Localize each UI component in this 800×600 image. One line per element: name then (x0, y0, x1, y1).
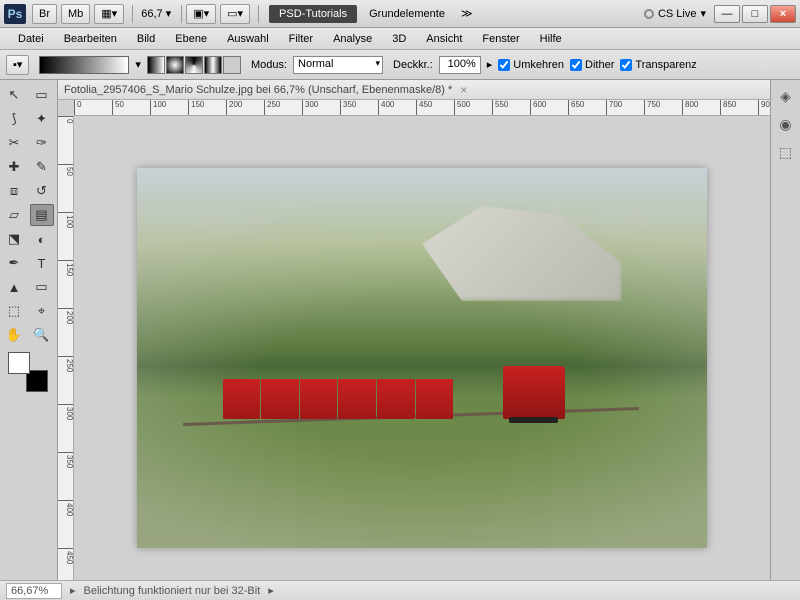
status-zoom[interactable]: 66,67% (6, 583, 62, 599)
eyedropper-tool[interactable]: ✑ (30, 132, 54, 154)
dither-checkbox[interactable]: Dither (570, 59, 614, 71)
tool-preset-button[interactable]: ▪▾ (6, 55, 29, 75)
minimize-button[interactable]: — (714, 5, 740, 23)
gradient-type-group (147, 56, 241, 74)
right-dock: ◈ ◉ ⬚ (770, 80, 800, 600)
gradient-tool[interactable]: ▤ (30, 204, 54, 226)
shape-tool[interactable]: ▭ (30, 276, 54, 298)
opacity-label: Deckkr.: (393, 59, 433, 71)
view-extras-button[interactable]: ▦▾ (94, 4, 124, 24)
menu-bearbeiten[interactable]: Bearbeiten (54, 30, 127, 48)
3d-tool[interactable]: ⬚ (2, 300, 26, 322)
gradient-preview[interactable] (39, 56, 129, 74)
workspace-sub[interactable]: Grundelemente (359, 5, 455, 23)
move-tool[interactable]: ↖ (2, 84, 26, 106)
menu-fenster[interactable]: Fenster (472, 30, 529, 48)
type-tool[interactable]: T (30, 252, 54, 274)
canvas[interactable] (74, 116, 770, 600)
menu-analyse[interactable]: Analyse (323, 30, 382, 48)
toolbox: ↖▭⟆✦✂✑✚✎⧈↺▱▤⬔◐✒T▲▭⬚⌖✋🔍 (0, 80, 58, 600)
mode-select[interactable]: Normal (293, 56, 383, 74)
zoom-level[interactable]: 66,7 ▾ (137, 5, 177, 22)
maximize-button[interactable]: □ (742, 5, 768, 23)
menu-bild[interactable]: Bild (127, 30, 165, 48)
stamp-tool[interactable]: ⧈ (2, 180, 26, 202)
title-bar: Ps Br Mb ▦▾ 66,7 ▾ ▣▾ ▭▾ PSD-Tutorials G… (0, 0, 800, 28)
brush-tool[interactable]: ✎ (30, 156, 54, 178)
blur-tool[interactable]: ⬔ (2, 228, 26, 250)
path-sel-tool[interactable]: ▲ (2, 276, 26, 298)
radial-gradient-button[interactable] (166, 56, 184, 74)
document-image (137, 168, 707, 548)
diamond-gradient-button[interactable] (223, 56, 241, 74)
close-button[interactable]: × (770, 5, 796, 23)
status-nav-icon[interactable]: ▸ (70, 584, 76, 597)
opacity-input[interactable]: 100% (439, 56, 481, 74)
menu-hilfe[interactable]: Hilfe (530, 30, 572, 48)
ruler-vertical[interactable]: 050100150200250300350400450 (58, 116, 74, 600)
close-tab-icon[interactable]: × (460, 83, 467, 97)
menu-ebene[interactable]: Ebene (165, 30, 217, 48)
more-icon[interactable]: ≫ (461, 7, 473, 20)
history-tool[interactable]: ↺ (30, 180, 54, 202)
menu-ansicht[interactable]: Ansicht (416, 30, 472, 48)
layers-icon[interactable]: ◈ (776, 86, 796, 106)
zoom-tool[interactable]: 🔍 (30, 324, 54, 346)
bridge-button[interactable]: Br (32, 4, 57, 24)
crop-tool[interactable]: ✂ (2, 132, 26, 154)
channels-icon[interactable]: ◉ (776, 114, 796, 134)
marquee-tool[interactable]: ▭ (30, 84, 54, 106)
lasso-tool[interactable]: ⟆ (2, 108, 26, 130)
options-bar: ▪▾ ▾ Modus: Normal Deckkr.: 100%▸ Umkehr… (0, 50, 800, 80)
foreground-swatch[interactable] (8, 352, 30, 374)
workspace-selector[interactable]: PSD-Tutorials (269, 5, 357, 23)
document-title: Fotolia_2957406_S_Mario Schulze.jpg bei … (64, 84, 452, 96)
document-tab[interactable]: Fotolia_2957406_S_Mario Schulze.jpg bei … (58, 80, 770, 100)
paths-icon[interactable]: ⬚ (776, 142, 796, 162)
transparency-checkbox[interactable]: Transparenz (620, 59, 696, 71)
pen-tool[interactable]: ✒ (2, 252, 26, 274)
menu-datei[interactable]: Datei (8, 30, 54, 48)
status-more-icon[interactable]: ▸ (268, 584, 274, 597)
arrange-button[interactable]: ▣▾ (186, 4, 216, 24)
heal-tool[interactable]: ✚ (2, 156, 26, 178)
cslive-button[interactable]: CS Live ▾ (644, 7, 706, 20)
linear-gradient-button[interactable] (147, 56, 165, 74)
status-message: Belichtung funktioniert nur bei 32-Bit (84, 585, 261, 597)
eraser-tool[interactable]: ▱ (2, 204, 26, 226)
ruler-horizontal[interactable]: 0501001502002503003504004505005506006507… (74, 100, 770, 116)
reverse-checkbox[interactable]: Umkehren (498, 59, 564, 71)
color-swatches[interactable] (8, 352, 48, 392)
app-logo: Ps (4, 4, 26, 24)
dodge-tool[interactable]: ◐ (30, 228, 54, 250)
menu-auswahl[interactable]: Auswahl (217, 30, 279, 48)
menu-bar: DateiBearbeitenBildEbeneAuswahlFilterAna… (0, 28, 800, 50)
mode-label: Modus: (251, 59, 287, 71)
status-bar: 66,67% ▸ Belichtung funktioniert nur bei… (0, 580, 800, 600)
reflected-gradient-button[interactable] (204, 56, 222, 74)
menu-3d[interactable]: 3D (382, 30, 416, 48)
menu-filter[interactable]: Filter (279, 30, 323, 48)
minibridge-button[interactable]: Mb (61, 4, 90, 24)
hand-tool[interactable]: ✋ (2, 324, 26, 346)
screen-mode-button[interactable]: ▭▾ (220, 4, 250, 24)
angle-gradient-button[interactable] (185, 56, 203, 74)
wand-tool[interactable]: ✦ (30, 108, 54, 130)
3dcam-tool[interactable]: ⌖ (30, 300, 54, 322)
